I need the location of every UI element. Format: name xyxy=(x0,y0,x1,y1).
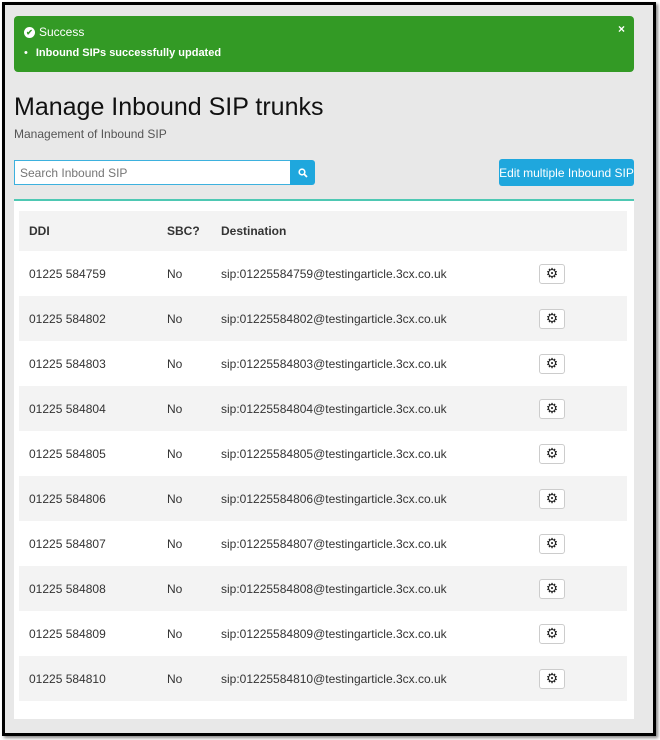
table-row: 01225 584759 No sip:01225584759@testinga… xyxy=(19,251,627,296)
sip-table: DDI SBC? Destination 01225 584759 No sip… xyxy=(19,211,627,701)
sbc-cell: No xyxy=(167,476,221,521)
search-group xyxy=(14,160,315,185)
actions-cell: ⚙ xyxy=(539,296,627,341)
sbc-cell: No xyxy=(167,386,221,431)
success-alert: ✔ Success Inbound SIPs successfully updat… xyxy=(14,16,634,72)
actions-cell: ⚙ xyxy=(539,341,627,386)
page: ✔ Success Inbound SIPs successfully updat… xyxy=(2,2,656,736)
ddi-cell: 01225 584810 xyxy=(19,656,167,701)
sbc-cell: No xyxy=(167,566,221,611)
table-row: 01225 584808 No sip:01225584808@testinga… xyxy=(19,566,627,611)
ddi-cell: 01225 584803 xyxy=(29,356,106,371)
header-ddi: DDI xyxy=(19,211,167,251)
sbc-cell: No xyxy=(167,296,221,341)
sbc-cell: No xyxy=(167,626,183,641)
table-row: 01225 584810 No sip:01225584810@testinga… xyxy=(19,656,627,701)
settings-button[interactable]: ⚙ xyxy=(539,488,565,509)
ddi-cell: 01225 584805 xyxy=(29,446,106,461)
actions-cell: ⚙ xyxy=(539,476,627,521)
destination-cell: sip:01225584808@testingarticle.3cx.co.uk xyxy=(221,566,539,611)
sbc-cell: No xyxy=(167,446,183,461)
sbc-cell: No xyxy=(167,536,183,551)
edit-multiple-button[interactable]: Edit multiple Inbound SIP xyxy=(499,159,634,186)
header-destination: Destination xyxy=(221,211,539,251)
page-title: Manage Inbound SIP trunks xyxy=(14,93,324,121)
actions-cell: ⚙ xyxy=(539,656,627,701)
alert-title: Success xyxy=(39,25,85,39)
page-subtitle: Management of Inbound SIP xyxy=(14,127,167,141)
table-row: 01225 584805 No sip:01225584805@testinga… xyxy=(19,431,627,476)
settings-button[interactable]: ⚙ xyxy=(539,668,565,689)
destination-cell: sip:01225584809@testingarticle.3cx.co.uk xyxy=(221,626,447,641)
destination-cell: sip:01225584806@testingarticle.3cx.co.uk xyxy=(221,476,539,521)
settings-button[interactable]: ⚙ xyxy=(539,578,565,599)
check-circle-icon: ✔ xyxy=(24,26,35,38)
destination-cell: sip:01225584807@testingarticle.3cx.co.uk xyxy=(221,536,447,551)
gear-icon: ⚙ xyxy=(545,670,559,686)
table-row: 01225 584802 No sip:01225584802@testinga… xyxy=(19,296,627,341)
ddi-cell: 01225 584808 xyxy=(19,566,167,611)
gear-icon: ⚙ xyxy=(545,400,559,416)
table-row: 01225 584804 No sip:01225584804@testinga… xyxy=(19,386,627,431)
gear-icon: ⚙ xyxy=(545,580,559,596)
ddi-cell: 01225 584804 xyxy=(19,386,167,431)
destination-cell: sip:01225584803@testingarticle.3cx.co.uk xyxy=(221,356,447,371)
alert-message: Inbound SIPs successfully updated xyxy=(24,47,624,59)
ddi-cell: 01225 584806 xyxy=(19,476,167,521)
gear-icon: ⚙ xyxy=(545,310,559,326)
table-row: 01225 584809 No sip:01225584809@testinga… xyxy=(19,611,627,656)
actions-cell: ⚙ xyxy=(539,251,627,296)
gear-icon: ⚙ xyxy=(545,265,559,281)
gear-icon: ⚙ xyxy=(545,355,559,371)
ddi-cell: 01225 584809 xyxy=(29,626,106,641)
actions-cell: ⚙ xyxy=(539,386,627,431)
actions-cell: ⚙ xyxy=(539,611,627,656)
gear-icon: ⚙ xyxy=(545,445,559,461)
table-row: 01225 584807 No sip:01225584807@testinga… xyxy=(19,521,627,566)
settings-button[interactable]: ⚙ xyxy=(539,443,565,464)
actions-cell: ⚙ xyxy=(539,566,627,611)
settings-button[interactable]: ⚙ xyxy=(539,263,565,284)
destination-cell: sip:01225584810@testingarticle.3cx.co.uk xyxy=(221,656,539,701)
ddi-cell: 01225 584759 xyxy=(29,266,106,281)
gear-icon: ⚙ xyxy=(545,535,559,551)
table-row: 01225 584806 No sip:01225584806@testinga… xyxy=(19,476,627,521)
header-sbc: SBC? xyxy=(167,211,221,251)
sip-table-panel: DDI SBC? Destination 01225 584759 No sip… xyxy=(14,199,634,719)
table-row: 01225 584803 No sip:01225584803@testinga… xyxy=(19,341,627,386)
close-icon[interactable]: × xyxy=(618,22,625,36)
settings-button[interactable]: ⚙ xyxy=(539,533,565,554)
gear-icon: ⚙ xyxy=(545,625,559,641)
actions-cell: ⚙ xyxy=(539,431,627,476)
ddi-cell: 01225 584802 xyxy=(19,296,167,341)
settings-button[interactable]: ⚙ xyxy=(539,398,565,419)
settings-button[interactable]: ⚙ xyxy=(539,353,565,374)
destination-cell: sip:01225584802@testingarticle.3cx.co.uk xyxy=(221,296,539,341)
sbc-cell: No xyxy=(167,656,221,701)
settings-button[interactable]: ⚙ xyxy=(539,623,565,644)
gear-icon: ⚙ xyxy=(545,490,559,506)
actions-cell: ⚙ xyxy=(539,521,627,566)
search-icon xyxy=(297,167,308,178)
header-actions xyxy=(539,211,627,251)
destination-cell: sip:01225584804@testingarticle.3cx.co.uk xyxy=(221,386,539,431)
destination-cell: sip:01225584805@testingarticle.3cx.co.uk xyxy=(221,446,447,461)
sbc-cell: No xyxy=(167,266,183,281)
search-input[interactable] xyxy=(14,160,290,185)
sbc-cell: No xyxy=(167,356,183,371)
search-button[interactable] xyxy=(290,160,315,185)
destination-cell: sip:01225584759@testingarticle.3cx.co.uk xyxy=(221,266,447,281)
ddi-cell: 01225 584807 xyxy=(29,536,106,551)
settings-button[interactable]: ⚙ xyxy=(539,308,565,329)
